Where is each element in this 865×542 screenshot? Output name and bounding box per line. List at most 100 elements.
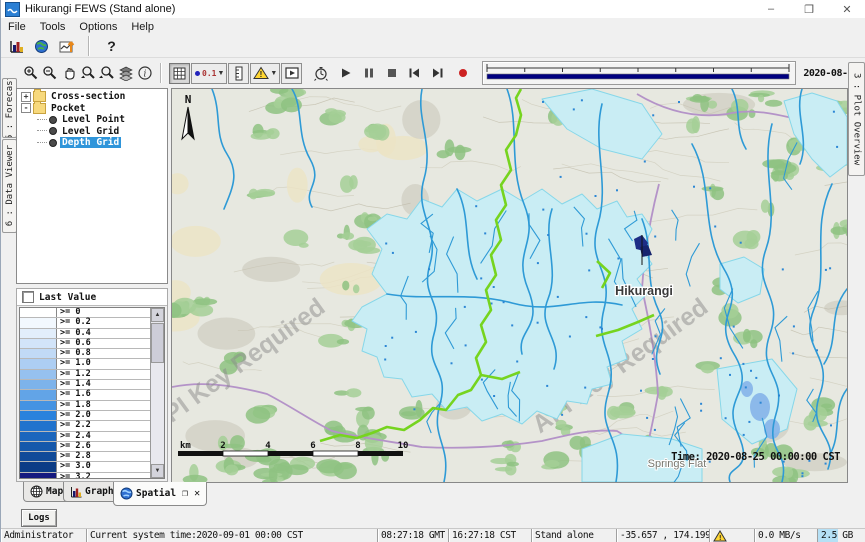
tree-toggle-icon[interactable]: + (21, 92, 31, 102)
map-texture (760, 402, 762, 404)
map-texture (465, 344, 467, 346)
menu-item-help[interactable]: Help (124, 20, 161, 34)
graph-chart-icon (70, 486, 82, 498)
tree-item-level-point[interactable]: Level Point (17, 114, 167, 126)
map-globe-icon[interactable] (32, 37, 51, 56)
tree-item-pocket[interactable]: -Pocket (17, 103, 167, 115)
sidebar-tab-plot-overview[interactable]: 3 : Plot Overview (848, 62, 865, 176)
tab-graph[interactable]: Graph (63, 482, 121, 502)
explorer-chart-icon[interactable] (7, 37, 26, 56)
spatial-globe-icon (120, 487, 133, 500)
svg-text:N: N (185, 93, 192, 106)
map-texture (537, 262, 539, 264)
map-viewport[interactable]: API Key Required API Key Required (171, 88, 848, 483)
map-texture (385, 345, 387, 347)
map-texture (693, 186, 695, 188)
map-texture (384, 359, 386, 361)
legend-threshold-label: >= 2.4 (57, 432, 150, 441)
warning-threshold-dropdown[interactable]: ! ▼ (250, 63, 280, 84)
legend-threshold-label: >= 2.0 (57, 411, 150, 420)
legend-threshold-label: >= 2.8 (57, 452, 150, 461)
map-texture (368, 216, 377, 221)
pause-button[interactable] (359, 64, 378, 83)
skip-to-end-button[interactable] (428, 64, 447, 83)
legend-color-swatch (20, 421, 57, 430)
info-icon[interactable]: i (135, 64, 154, 83)
ruler-scale-icon[interactable] (228, 63, 249, 84)
maximize-button[interactable]: ❐ (790, 0, 828, 18)
scale-tick-label: 2 (220, 441, 225, 451)
tab-map-label: Map (46, 486, 63, 497)
tab-spatial-label: Spatial (136, 488, 176, 499)
tree-item-level-grid[interactable]: Level Grid (17, 126, 167, 138)
zoom-out-icon[interactable] (40, 64, 59, 83)
map-texture (729, 374, 731, 376)
stop-button[interactable] (382, 64, 401, 83)
map-texture (493, 286, 495, 288)
chevron-down-icon: ▼ (270, 70, 277, 77)
timeseries-display-icon[interactable] (57, 37, 76, 56)
record-button[interactable] (453, 64, 472, 83)
menu-item-file[interactable]: File (1, 20, 33, 34)
map-texture (646, 417, 648, 419)
app-icon (5, 2, 20, 17)
tree-guide-line (37, 119, 47, 121)
scrollbar-thumb[interactable] (151, 323, 164, 363)
map-texture (692, 116, 700, 133)
logs-button[interactable]: Logs (21, 509, 57, 527)
map-texture (251, 133, 271, 140)
legend-color-swatch (20, 390, 57, 399)
map-texture (560, 176, 562, 178)
scroll-down-icon[interactable]: ▼ (151, 464, 164, 478)
status-text: Current system time:2020-09-01 00:00 CST (90, 530, 303, 541)
tab-spatial[interactable]: Spatial ❐ ✕ (113, 482, 207, 506)
map-texture (784, 468, 793, 478)
play-button[interactable] (336, 64, 355, 83)
map-texture (401, 411, 416, 416)
map-texture (700, 96, 709, 112)
chevron-down-icon: ▼ (217, 70, 224, 77)
class-interval-dropdown[interactable]: 0.1 ▼ (191, 63, 227, 84)
minimize-button[interactable]: – (752, 0, 790, 18)
zoom-previous-icon[interactable] (78, 64, 97, 83)
map-texture (507, 462, 519, 467)
tree-item-label: Cross-section (49, 91, 127, 102)
map-texture (801, 475, 803, 477)
help-button[interactable]: ? (102, 37, 121, 56)
map-texture (743, 434, 745, 436)
legend-scrollbar[interactable]: ▲ ▼ (150, 308, 164, 478)
menu-item-tools[interactable]: Tools (33, 20, 73, 34)
zoom-next-icon[interactable] (97, 64, 116, 83)
map-texture (802, 472, 804, 474)
tree-item-depth-grid[interactable]: Depth Grid (17, 137, 167, 149)
menu-item-options[interactable]: Options (72, 20, 124, 34)
scale-tick-label: 6 (310, 441, 315, 451)
last-value-checkbox[interactable] (22, 291, 34, 303)
grid-display-icon[interactable] (169, 63, 190, 84)
timer-settings-icon[interactable] (311, 64, 330, 83)
sidebar-tab-forecast[interactable]: 5 : Forecast (2, 78, 17, 138)
sidebar-tab-data-viewer[interactable]: 6 : Data Viewer (2, 139, 17, 233)
map-texture (765, 100, 782, 107)
status-segment: -35.657 , 174.199 (617, 529, 710, 542)
layers-icon[interactable] (116, 64, 135, 83)
animation-movie-icon[interactable] (281, 63, 302, 84)
legend-threshold-label: >= 0.8 (57, 349, 150, 358)
zoom-in-icon[interactable] (21, 64, 40, 83)
tab-maximize-icon[interactable]: ❐ (182, 488, 188, 499)
pan-hand-icon[interactable] (59, 64, 78, 83)
status-text: 0.0 MB/s (758, 530, 801, 541)
skip-to-start-button[interactable] (405, 64, 424, 83)
map-texture (758, 95, 764, 102)
close-button[interactable]: ✕ (828, 0, 865, 18)
legend-threshold-label: >= 1.4 (57, 380, 150, 389)
tab-close-icon[interactable]: ✕ (194, 488, 200, 499)
timeline-slider[interactable] (482, 61, 796, 85)
legend-color-swatch (20, 462, 57, 471)
map-texture (701, 364, 714, 374)
map-texture (700, 403, 702, 405)
tree-toggle-icon[interactable]: - (21, 103, 31, 113)
map-texture (678, 101, 680, 103)
map-texture (342, 281, 349, 291)
scroll-up-icon[interactable]: ▲ (151, 308, 164, 322)
